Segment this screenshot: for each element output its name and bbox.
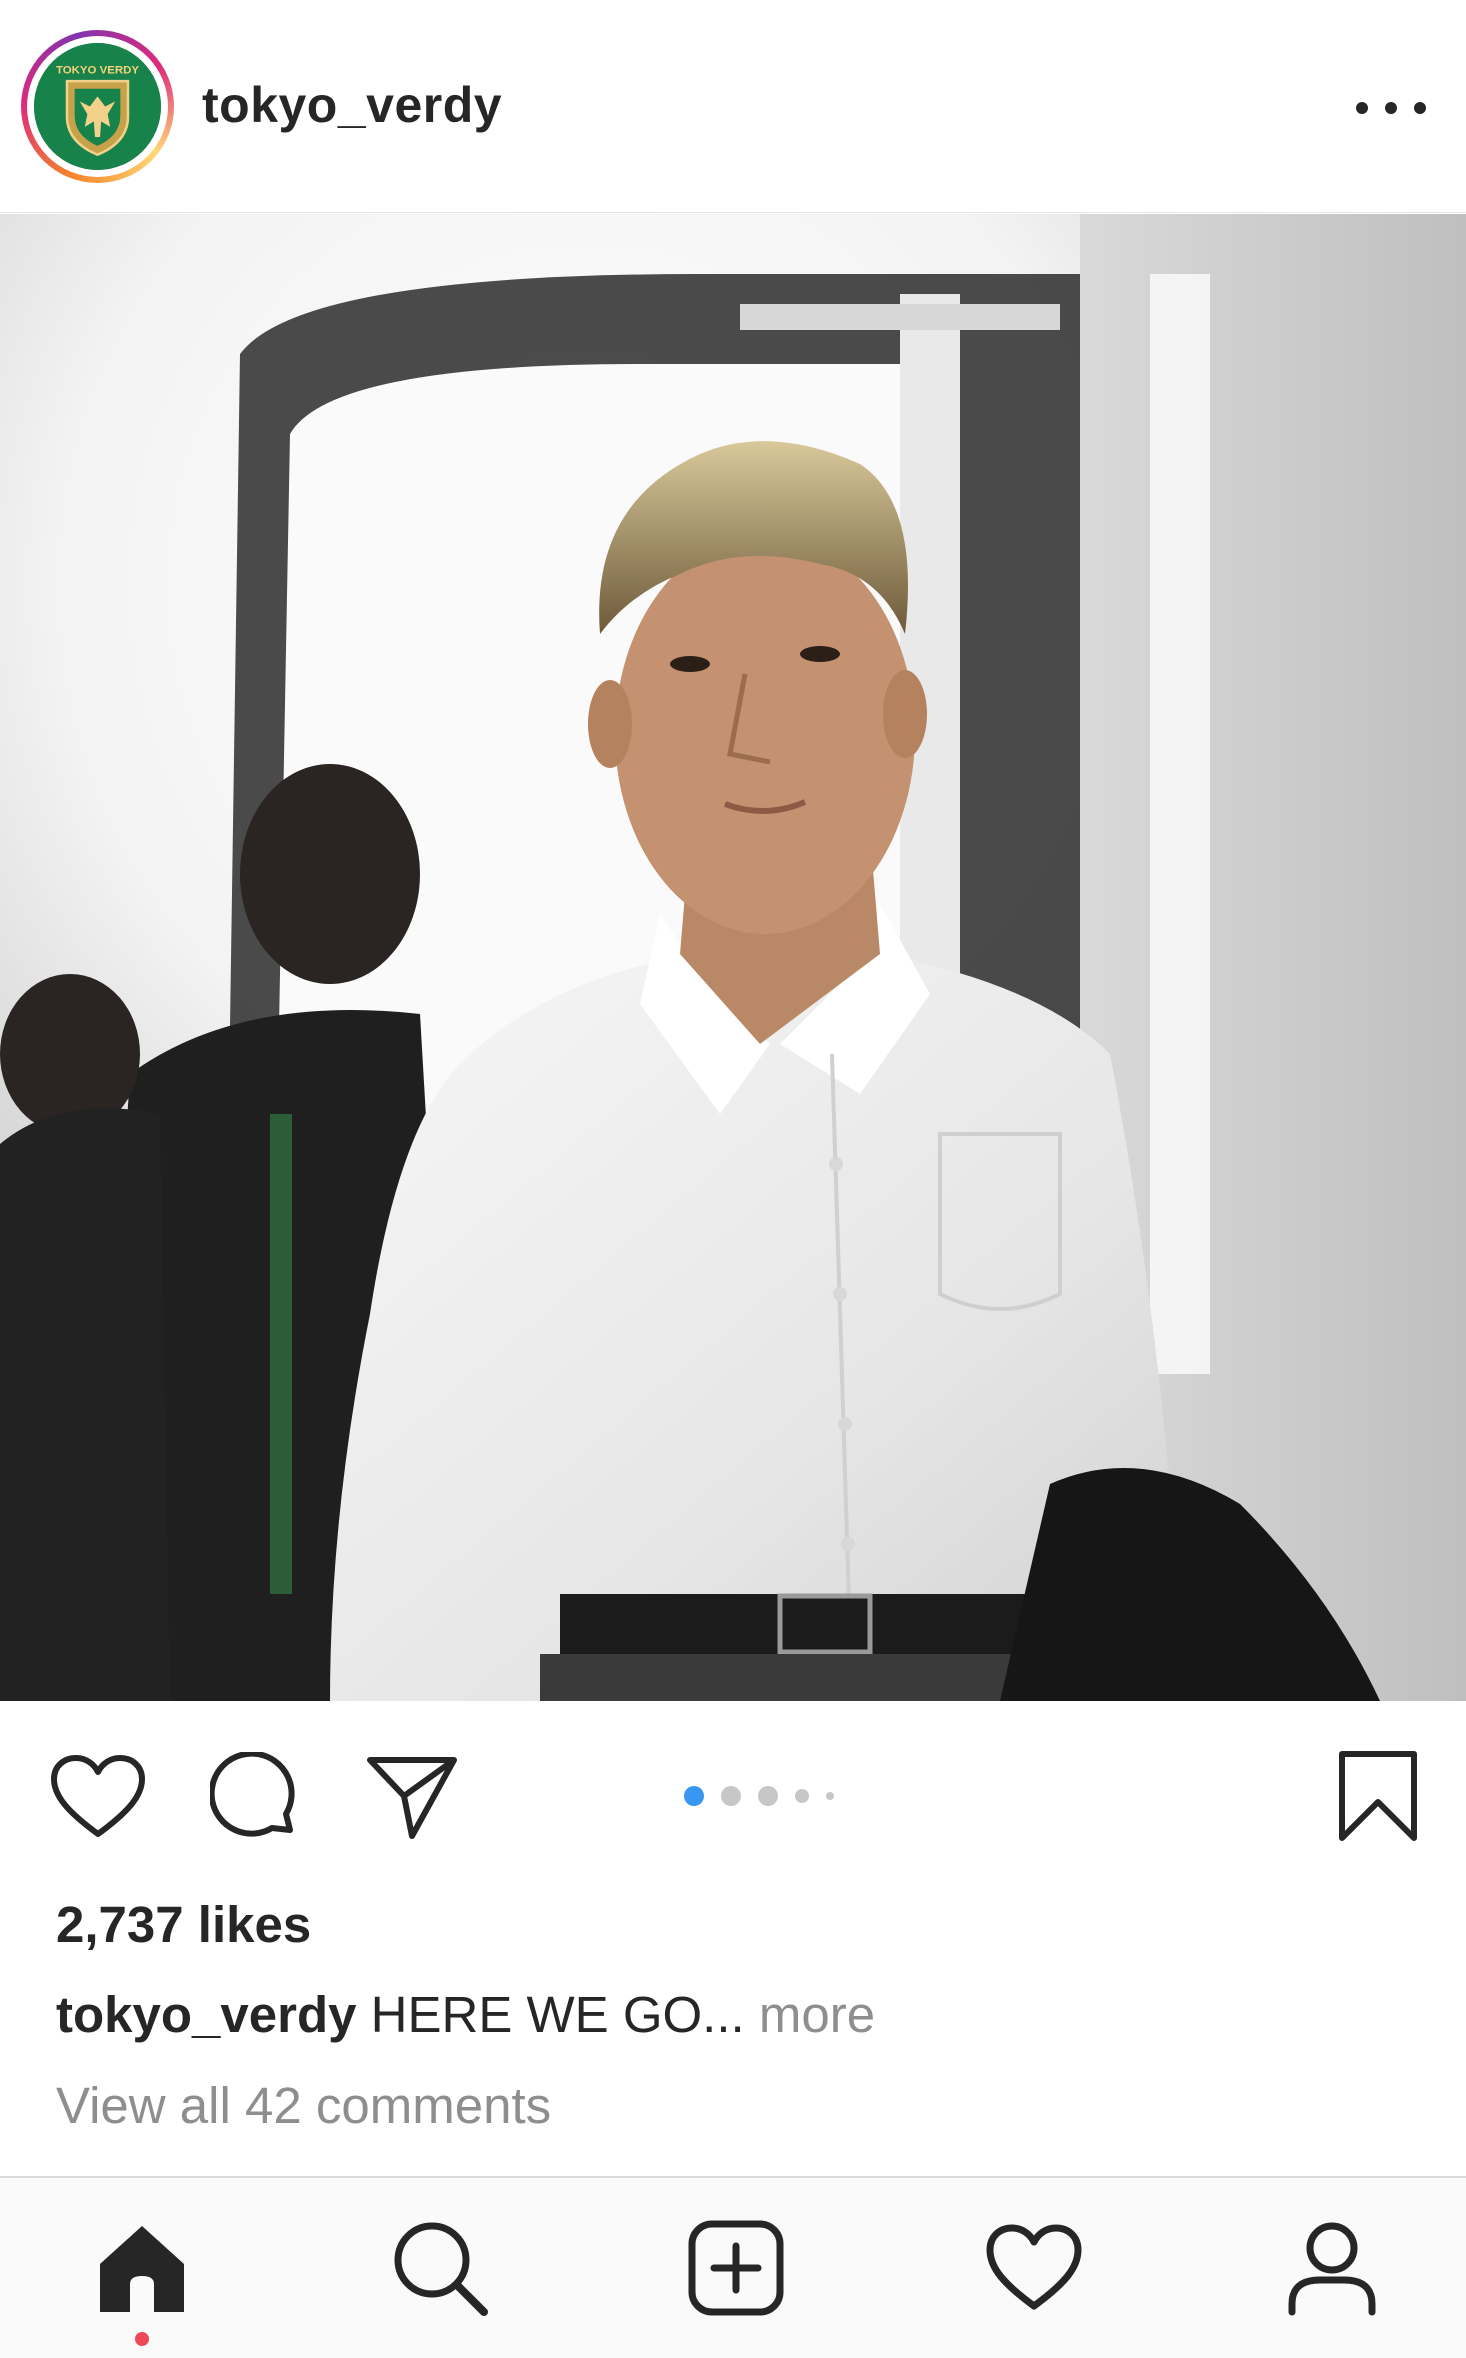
bottom-tab-bar <box>0 2176 1466 2358</box>
heart-icon[interactable] <box>48 1752 148 1842</box>
bookmark-icon[interactable] <box>1336 1748 1420 1844</box>
paper-plane-icon[interactable] <box>364 1752 460 1842</box>
post-header: TOKYO VERDY tokyo_verdy <box>0 0 1466 213</box>
post-username[interactable]: tokyo_verdy <box>202 76 502 134</box>
view-comments-link[interactable]: View all 42 comments <box>56 2076 551 2135</box>
club-crest-icon: TOKYO VERDY <box>34 43 161 170</box>
caption-username[interactable]: tokyo_verdy <box>56 1986 356 2043</box>
notification-dot <box>135 2332 149 2346</box>
avatar-text: TOKYO VERDY <box>56 64 139 76</box>
new-post-icon[interactable] <box>686 2218 786 2318</box>
caption-text: HERE WE GO... <box>370 1986 745 2043</box>
carousel-dot <box>758 1786 778 1806</box>
caption-more-link[interactable]: more <box>759 1986 875 2043</box>
carousel-dot <box>826 1792 834 1800</box>
more-options-icon[interactable] <box>1356 80 1426 136</box>
carousel-indicator <box>684 1786 851 1806</box>
post-photo[interactable] <box>0 214 1466 1701</box>
carousel-dot <box>721 1786 741 1806</box>
search-icon[interactable] <box>390 2218 490 2318</box>
story-ring[interactable]: TOKYO VERDY <box>21 30 174 183</box>
profile-icon[interactable] <box>1282 2218 1382 2318</box>
home-icon[interactable] <box>92 2218 192 2318</box>
caption: tokyo_verdy HERE WE GO... more <box>56 1985 875 2044</box>
comment-icon[interactable] <box>210 1752 302 1844</box>
carousel-dot <box>795 1789 809 1803</box>
likes-count[interactable]: 2,737 likes <box>56 1895 311 1954</box>
carousel-dot-active <box>684 1786 704 1806</box>
activity-heart-icon[interactable] <box>984 2218 1084 2318</box>
